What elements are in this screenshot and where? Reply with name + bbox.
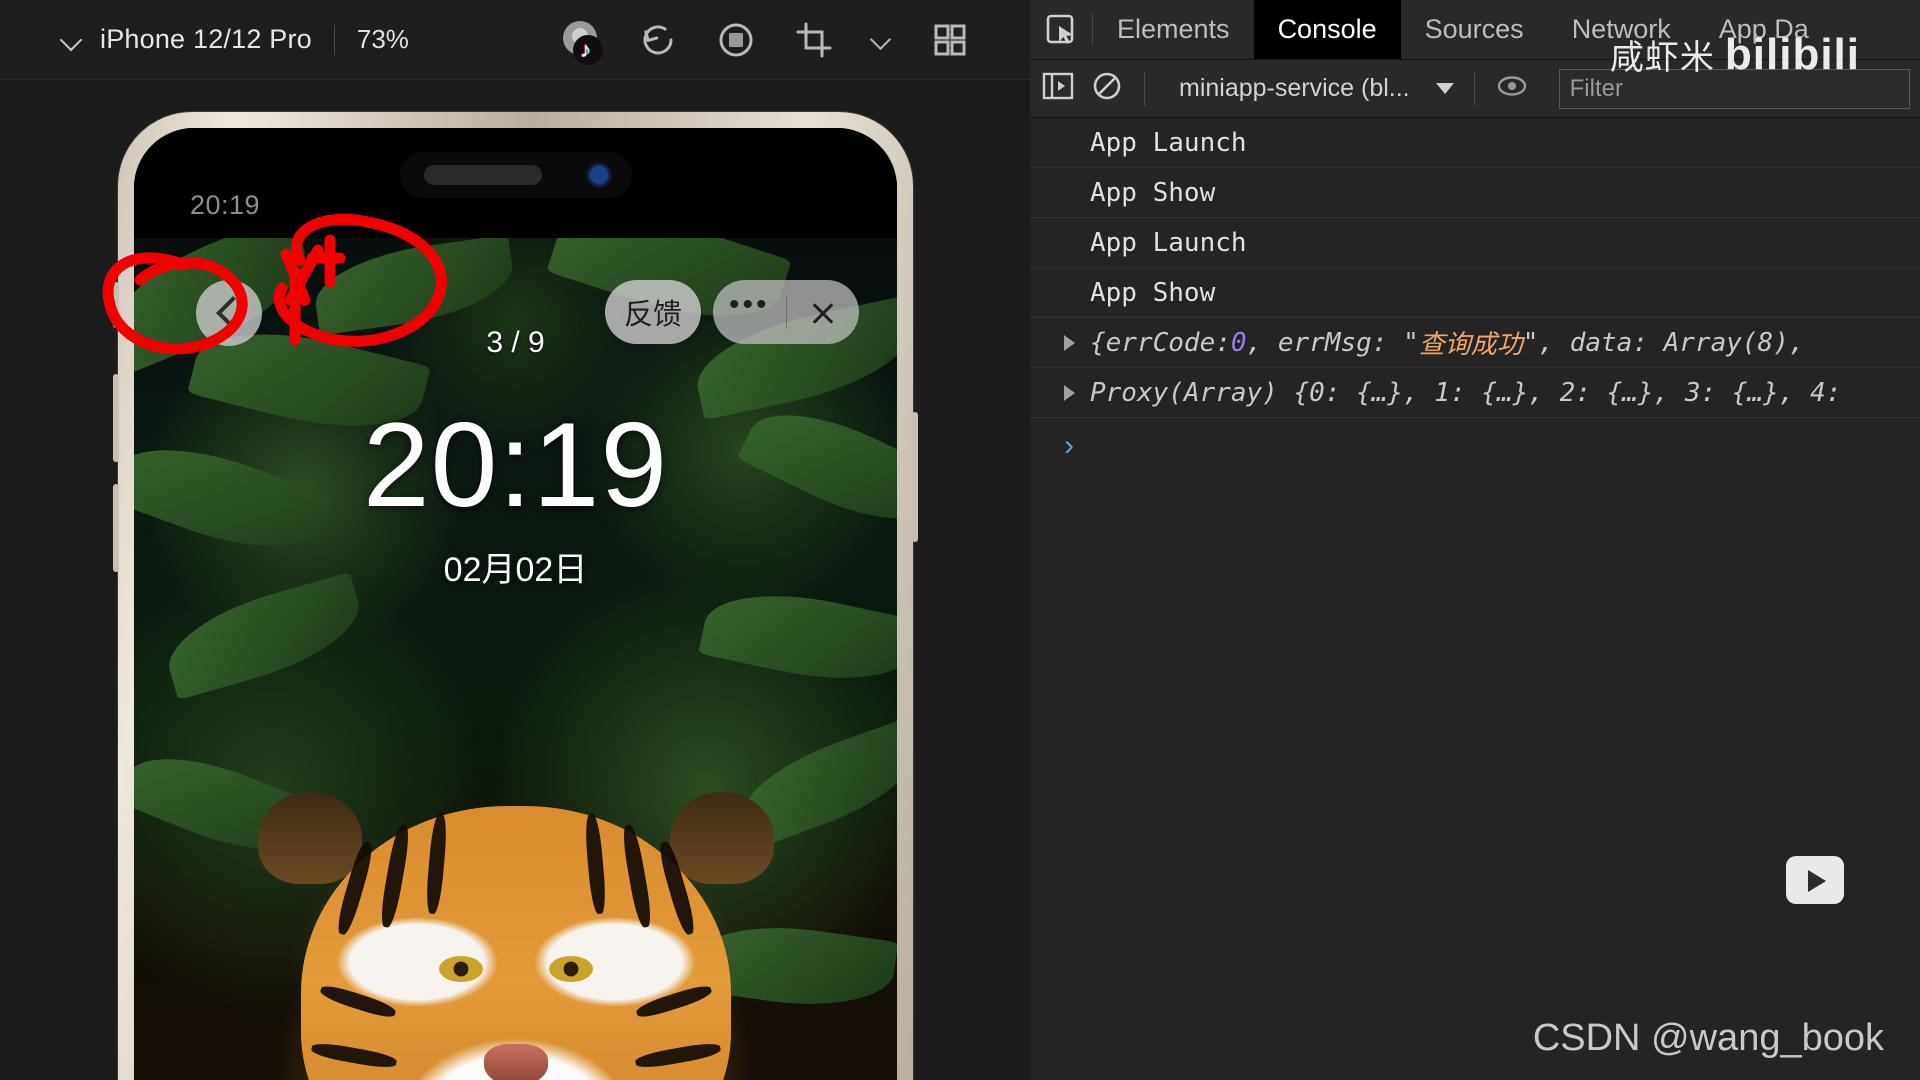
expand-arrow-icon[interactable] xyxy=(1064,384,1075,401)
log-row[interactable]: App Launch xyxy=(1030,218,1920,268)
lockscreen-time: 20:19 xyxy=(362,398,669,532)
tiger-eye-right xyxy=(548,956,593,982)
app-root: iPhone 12/12 Pro 73% ♪ ♪ ♪ 20:19 反馈 ••• … xyxy=(0,0,1920,1080)
refresh-icon[interactable] xyxy=(637,19,679,61)
tiger-nose xyxy=(483,1044,548,1080)
devtools-panel: Elements Console Sources Network App Da xyxy=(1030,0,1920,1080)
tiger-eye-left xyxy=(438,956,483,982)
live-expression-icon[interactable] xyxy=(1495,69,1529,108)
chevron-down-icon[interactable] xyxy=(1435,83,1454,94)
crop-select-icon[interactable] xyxy=(793,19,835,61)
grid-layout-icon[interactable] xyxy=(929,19,971,61)
tiger-ear-right xyxy=(669,792,774,884)
front-camera-icon xyxy=(585,162,612,188)
object-suffix: ", data: Array(8), xyxy=(1522,327,1805,358)
zoom-level-label[interactable]: 73% xyxy=(357,24,409,55)
chevron-down-small-icon[interactable] xyxy=(871,29,893,51)
console-context-selector[interactable]: miniapp-service (bl... xyxy=(1179,74,1454,103)
toolbar-divider-2 xyxy=(1473,71,1475,106)
chevron-down-icon[interactable] xyxy=(60,27,86,53)
simulator-toolbar: iPhone 12/12 Pro 73% ♪ ♪ ♪ xyxy=(0,0,1030,80)
csdn-watermark: CSDN @wang_book xyxy=(1532,1017,1884,1059)
expand-arrow-icon[interactable] xyxy=(1064,334,1075,351)
phone-volume-up-button[interactable] xyxy=(113,374,119,462)
console-prompt[interactable]: › xyxy=(1030,418,1920,474)
miniapp-capsule[interactable]: ••• xyxy=(713,280,859,344)
log-row[interactable]: App Launch xyxy=(1030,118,1920,168)
capsule-divider xyxy=(785,295,787,329)
tiger-illustration xyxy=(236,766,796,1080)
tiktok-logo-icon: ♪ ♪ ♪ xyxy=(572,34,603,65)
bilibili-watermark-logo: bilibili xyxy=(1724,30,1860,79)
object-prefix: {errCode: xyxy=(1090,327,1231,358)
log-row[interactable]: App Show xyxy=(1030,268,1920,318)
toolbar-divider xyxy=(1144,71,1145,106)
lockscreen-date: 02月02日 xyxy=(443,551,588,589)
object-mid: , errMsg: " xyxy=(1246,327,1419,358)
clear-console-icon[interactable] xyxy=(1090,69,1124,108)
console-context-label: miniapp-service (bl... xyxy=(1179,74,1410,102)
console-sidebar-icon[interactable] xyxy=(1040,68,1076,109)
more-menu-button[interactable]: ••• xyxy=(713,290,786,324)
object-errmsg-value: 查询成功 xyxy=(1418,330,1523,360)
tiktok-glyph-white: ♪ xyxy=(579,36,591,62)
status-bar-time: 20:19 xyxy=(190,190,261,220)
island-pill xyxy=(423,165,542,185)
log-row[interactable]: App Show xyxy=(1030,168,1920,218)
inspect-element-icon[interactable] xyxy=(1030,0,1092,59)
phone-screen[interactable]: 20:19 反馈 ••• 3 / 9 20:19 02月02日 这个自己写那个箭… xyxy=(134,128,897,1080)
device-name-label[interactable]: iPhone 12/12 Pro xyxy=(100,24,312,55)
object-errcode-value: 0 xyxy=(1230,327,1247,358)
phone-mute-switch[interactable] xyxy=(113,282,119,328)
tiger-face xyxy=(300,806,731,1080)
bilibili-watermark: 咸虾米 bilibili xyxy=(1610,30,1860,80)
bilibili-play-icon xyxy=(1786,856,1844,904)
dynamic-island xyxy=(399,152,632,198)
page-indicator: 3 / 9 xyxy=(486,326,545,359)
tiger-ear-left xyxy=(257,792,362,884)
log-row-object[interactable]: {errCode: 0 , errMsg: " 查询成功 ", data: Ar… xyxy=(1030,318,1920,368)
toolbar-divider xyxy=(333,24,335,55)
simulator-pane: iPhone 12/12 Pro 73% ♪ ♪ ♪ 20:19 反馈 ••• … xyxy=(0,0,1030,1080)
phone-status-bar xyxy=(134,128,897,238)
wallpaper-jungle xyxy=(134,128,897,1080)
avatar-tiktok-icon[interactable]: ♪ ♪ ♪ xyxy=(559,19,603,65)
record-icon[interactable] xyxy=(715,19,757,61)
tab-elements[interactable]: Elements xyxy=(1093,0,1254,59)
feedback-button[interactable]: 反馈 xyxy=(605,280,701,344)
phone-volume-down-button[interactable] xyxy=(113,484,119,572)
phone-power-button[interactable] xyxy=(912,412,918,542)
tab-console[interactable]: Console xyxy=(1253,0,1401,59)
bilibili-watermark-cn: 咸虾米 xyxy=(1609,39,1715,77)
proxy-text: Proxy(Array) {0: {…}, 1: {…}, 2: {…}, 3:… xyxy=(1090,377,1842,408)
back-button[interactable] xyxy=(196,280,262,346)
phone-simulator: 20:19 反馈 ••• 3 / 9 20:19 02月02日 这个自己写那个箭… xyxy=(113,112,918,1080)
console-log-list[interactable]: App Launch App Show App Launch App Show … xyxy=(1030,118,1920,1080)
simulator-toolbar-icons: ♪ ♪ ♪ xyxy=(559,19,971,65)
log-row-proxy[interactable]: Proxy(Array) {0: {…}, 1: {…}, 2: {…}, 3:… xyxy=(1030,368,1920,418)
tab-sources[interactable]: Sources xyxy=(1401,0,1548,59)
